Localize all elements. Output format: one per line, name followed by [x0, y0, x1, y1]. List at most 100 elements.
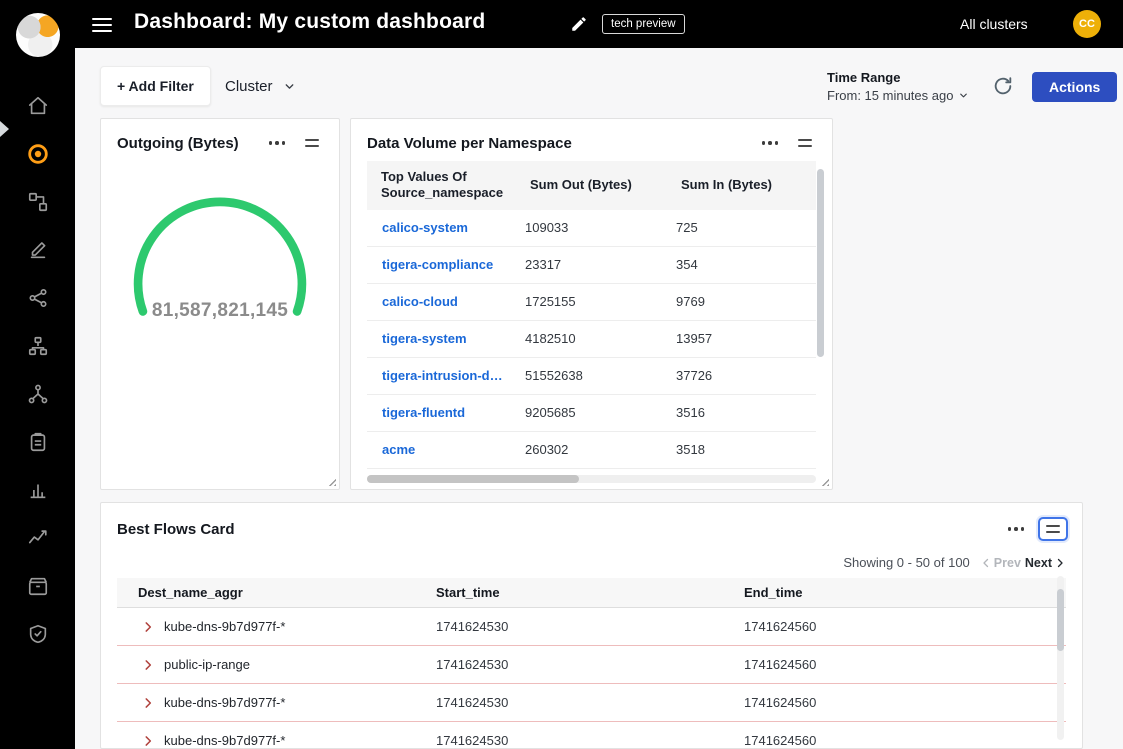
next-label: Next: [1025, 556, 1052, 570]
table-header-row: Dest_name_aggr Start_time End_time: [117, 578, 1066, 608]
dest-name: kube-dns-9b7d977f-*: [164, 695, 285, 710]
card-best-flows: Best Flows Card Showing 0 - 50 of 100 Pr…: [100, 502, 1083, 749]
table-row: calico-cloud 1725155 9769: [367, 284, 816, 321]
table-row: tigera-intrusion-d… 51552638 37726: [367, 358, 816, 395]
endpoints-icon[interactable]: [0, 186, 75, 218]
table-header-row: Top Values Of Source_namespace Sum Out (…: [367, 161, 816, 210]
table-row: tigera-compliance 23317 354: [367, 247, 816, 284]
drag-handle-icon[interactable]: [792, 133, 818, 153]
main-content: + Add Filter Cluster Time Range From: 15…: [75, 48, 1123, 749]
time-range-label: Time Range: [827, 70, 969, 85]
storage-icon[interactable]: [0, 570, 75, 602]
edit-title-icon[interactable]: [570, 15, 588, 33]
calico-logo: [16, 13, 60, 57]
namespace-link[interactable]: acme: [367, 442, 516, 457]
sum-out-value: 1725155: [516, 294, 667, 309]
vertical-scrollbar[interactable]: [817, 169, 824, 357]
sum-out-value: 109033: [516, 220, 667, 235]
drag-handle-icon[interactable]: [1038, 517, 1068, 541]
network-sets-icon[interactable]: [0, 282, 75, 314]
cluster-dropdown-label: Cluster: [225, 78, 273, 95]
policies-icon[interactable]: [0, 234, 75, 266]
actions-button[interactable]: Actions: [1032, 72, 1117, 102]
time-range-selector[interactable]: From: 15 minutes ago: [827, 88, 969, 103]
end-time: 1741624560: [744, 695, 1066, 710]
namespace-link[interactable]: tigera-fluentd: [367, 405, 516, 420]
namespace-link[interactable]: tigera-intrusion-d…: [367, 368, 516, 383]
start-time: 1741624530: [436, 695, 744, 710]
start-time: 1741624530: [436, 733, 744, 748]
card-menu-icon[interactable]: [756, 135, 785, 151]
add-filter-button[interactable]: + Add Filter: [100, 66, 211, 106]
resize-handle[interactable]: [326, 476, 336, 486]
sum-out-value: 51552638: [516, 368, 667, 383]
expand-row-icon[interactable]: [141, 658, 155, 672]
sidebar: [0, 0, 75, 749]
menu-icon[interactable]: [92, 14, 116, 34]
sum-out-value: 23317: [516, 257, 667, 272]
column-header: Start_time: [436, 578, 744, 607]
active-nav-notch: [0, 121, 9, 137]
statistics-icon[interactable]: [0, 474, 75, 506]
card-title: Outgoing (Bytes): [117, 135, 263, 152]
column-header: Sum In (Bytes): [667, 161, 816, 210]
cluster-icon[interactable]: [0, 378, 75, 410]
sum-in-value: 354: [667, 257, 816, 272]
managed-services-icon[interactable]: [0, 330, 75, 362]
column-header: End_time: [744, 578, 1066, 607]
chevron-right-icon: [1054, 557, 1066, 569]
horizontal-scrollbar[interactable]: [367, 475, 579, 483]
sum-in-value: 3518: [667, 442, 816, 457]
sum-in-value: 3516: [667, 405, 816, 420]
all-clusters-selector[interactable]: All clusters: [960, 16, 1028, 32]
compliance-icon[interactable]: [0, 426, 75, 458]
prev-page-button[interactable]: Prev: [980, 556, 1021, 570]
card-menu-icon[interactable]: [263, 135, 292, 151]
chevron-left-icon: [980, 557, 992, 569]
refresh-icon[interactable]: [990, 74, 1016, 100]
dest-name: kube-dns-9b7d977f-*: [164, 619, 285, 634]
column-header: Top Values Of Source_namespace: [367, 161, 516, 210]
vertical-scrollbar[interactable]: [1057, 589, 1064, 651]
expand-row-icon[interactable]: [141, 620, 155, 634]
sum-out-value: 260302: [516, 442, 667, 457]
namespace-link[interactable]: calico-cloud: [367, 294, 516, 309]
dest-name: kube-dns-9b7d977f-*: [164, 733, 285, 748]
time-range-value: From: 15 minutes ago: [827, 88, 953, 103]
timeline-icon[interactable]: [0, 522, 75, 554]
namespace-link[interactable]: tigera-system: [367, 331, 516, 346]
home-icon[interactable]: [0, 90, 75, 122]
end-time: 1741624560: [744, 619, 1066, 634]
dest-name: public-ip-range: [164, 657, 250, 672]
namespace-table: Top Values Of Source_namespace Sum Out (…: [367, 161, 816, 469]
sum-in-value: 13957: [667, 331, 816, 346]
table-row: tigera-fluentd 9205685 3516: [367, 395, 816, 432]
next-page-button[interactable]: Next: [1025, 556, 1066, 570]
expand-row-icon[interactable]: [141, 696, 155, 710]
avatar[interactable]: CC: [1073, 10, 1101, 38]
chevron-down-icon: [283, 80, 296, 93]
pagination-status: Showing 0 - 50 of 100: [843, 555, 969, 570]
card-data-volume: Data Volume per Namespace Top Values Of …: [350, 118, 833, 490]
card-menu-icon[interactable]: [1002, 521, 1031, 537]
resize-handle[interactable]: [819, 476, 829, 486]
namespace-link[interactable]: calico-system: [367, 220, 516, 235]
sum-in-value: 37726: [667, 368, 816, 383]
expand-row-icon[interactable]: [141, 734, 155, 748]
table-row: acme 260302 3518: [367, 432, 816, 469]
service-graph-icon[interactable]: [0, 138, 75, 170]
security-shield-icon[interactable]: [0, 618, 75, 650]
time-range: Time Range From: 15 minutes ago: [827, 70, 969, 103]
table-row: public-ip-range 1741624530 1741624560: [117, 646, 1066, 684]
tech-preview-badge: tech preview: [602, 14, 685, 34]
sum-out-value: 4182510: [516, 331, 667, 346]
table-row: tigera-system 4182510 13957: [367, 321, 816, 358]
cluster-dropdown[interactable]: Cluster: [225, 66, 296, 106]
page-title: Dashboard: My custom dashboard: [134, 10, 485, 34]
column-header: Sum Out (Bytes): [516, 161, 667, 210]
table-row: kube-dns-9b7d977f-* 1741624530 174162456…: [117, 608, 1066, 646]
sum-in-value: 9769: [667, 294, 816, 309]
drag-handle-icon[interactable]: [299, 133, 325, 153]
sum-in-value: 725: [667, 220, 816, 235]
namespace-link[interactable]: tigera-compliance: [367, 257, 516, 272]
